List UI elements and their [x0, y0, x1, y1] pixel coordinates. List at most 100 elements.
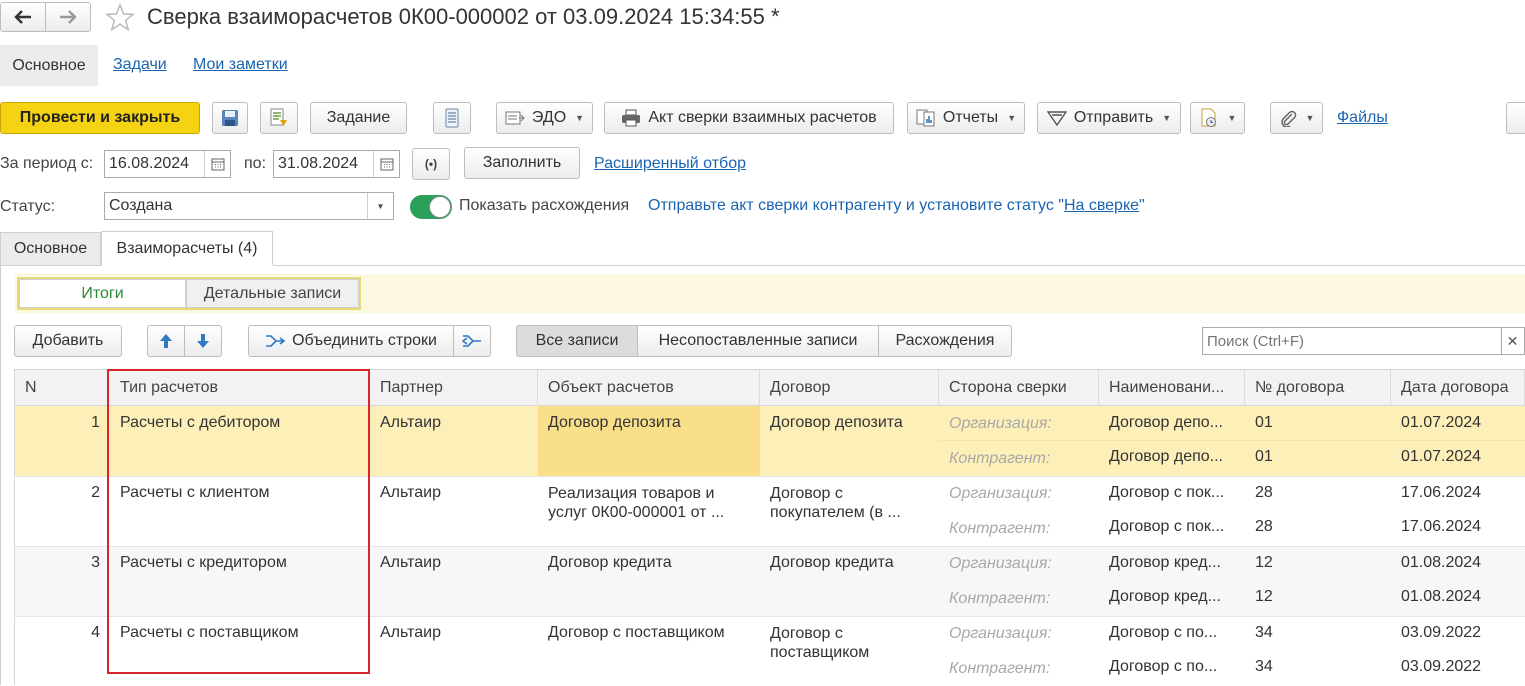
status-label: Статус:	[0, 198, 56, 215]
cell-contract-number: 01	[1255, 414, 1273, 431]
more-button[interactable]	[1506, 102, 1525, 134]
status-hint-suffix: "	[1139, 197, 1145, 214]
edo-button[interactable]: ЭДО ▼	[496, 102, 593, 134]
status-select[interactable]: Создана ▼	[104, 192, 394, 220]
structure-icon	[269, 108, 289, 128]
chevron-down-icon: ▼	[1305, 113, 1315, 123]
row-divider-inner	[939, 440, 1525, 441]
col-header-contract-number[interactable]: № договора	[1245, 370, 1391, 406]
list-button[interactable]	[433, 102, 471, 134]
edo-label: ЭДО	[531, 109, 567, 126]
cell-contract: Договор с покупателем (в ...	[770, 485, 901, 521]
send-button[interactable]: Отправить ▼	[1037, 102, 1181, 134]
status-hint-prefix: Отправьте акт сверки контрагенту и устан…	[648, 197, 1064, 214]
filter-all-button[interactable]: Все записи	[516, 325, 638, 357]
structure-button[interactable]	[260, 102, 298, 134]
fill-button[interactable]: Заполнить	[464, 147, 580, 179]
cell-contract: Договор с поставщиком	[770, 625, 870, 661]
act-reconciliation-label: Акт сверки взаимных расчетов	[648, 109, 877, 126]
chevron-down-icon: ▼	[1007, 113, 1017, 123]
status-value: Создана	[109, 197, 173, 214]
cell-object: Реализация товаров и услуг 0К00-000001 о…	[548, 485, 725, 521]
search-input[interactable]	[1202, 327, 1502, 355]
cell-contract-number: 12	[1255, 588, 1273, 605]
cell-contract-date: 03.09.2022	[1401, 624, 1482, 641]
merge-rows-button[interactable]: Объединить строки	[248, 325, 454, 357]
send-icon	[1046, 110, 1067, 126]
reports-label: Отчеты	[942, 109, 999, 126]
cell-contract-date: 03.09.2022	[1401, 658, 1482, 675]
save-button[interactable]	[212, 102, 248, 134]
advanced-filter-link[interactable]: Расширенный отбор	[594, 155, 746, 173]
search-clear-button[interactable]: ✕	[1501, 327, 1525, 355]
printer-icon	[621, 109, 641, 127]
star-icon[interactable]	[105, 3, 135, 31]
period-select-button[interactable]: (•)	[412, 148, 450, 180]
attach-doc-icon	[1199, 108, 1219, 128]
calendar-icon[interactable]	[373, 151, 399, 177]
files-link[interactable]: Файлы	[1337, 109, 1388, 127]
cell-n: 3	[91, 554, 100, 571]
split-rows-button[interactable]	[453, 325, 491, 357]
period-from-field[interactable]: 16.08.2024	[104, 150, 231, 178]
cell-partner: Альтаир	[380, 554, 441, 571]
cell-contract-date: 01.08.2024	[1401, 588, 1482, 605]
merge-icon	[265, 333, 286, 349]
view-details-button[interactable]: Детальные записи	[186, 279, 359, 308]
nav-tab-main[interactable]: Основное	[0, 45, 98, 86]
on-reconciliation-link[interactable]: На сверке	[1064, 197, 1139, 214]
nav-tab-notes[interactable]: Мои заметки	[193, 56, 288, 74]
col-header-object[interactable]: Объект расчетов	[538, 370, 760, 406]
period-to-field[interactable]: 31.08.2024	[273, 150, 400, 178]
view-totals-button[interactable]: Итоги	[19, 279, 186, 308]
cell-contract-number: 28	[1255, 518, 1273, 535]
col-header-contract[interactable]: Договор	[760, 370, 939, 406]
col-header-name[interactable]: Наименовани...	[1099, 370, 1245, 406]
cell-side-counterparty: Контрагент:	[949, 520, 1051, 537]
cell-contract-date: 01.07.2024	[1401, 448, 1482, 465]
back-button[interactable]	[0, 2, 46, 32]
period-to-value: 31.08.2024	[278, 155, 359, 172]
period-from-value: 16.08.2024	[109, 155, 190, 172]
attachments-button[interactable]: ▼	[1270, 102, 1323, 134]
col-header-side[interactable]: Сторона сверки	[939, 370, 1099, 406]
chevron-down-icon[interactable]: ▼	[367, 193, 393, 219]
post-and-close-button[interactable]: Провести и закрыть	[0, 102, 200, 134]
split-icon	[462, 333, 482, 349]
add-button[interactable]: Добавить	[14, 325, 122, 357]
cell-n: 1	[91, 414, 100, 431]
attach-doc-button[interactable]: ▼	[1190, 102, 1245, 134]
calendar-icon[interactable]	[204, 151, 230, 177]
view-switch: Итоги Детальные записи	[17, 277, 361, 310]
period-select-icon: (•)	[424, 157, 438, 171]
cell-contract: Договор кредита	[770, 554, 894, 571]
forward-arrow-icon	[59, 10, 77, 24]
task-button[interactable]: Задание	[310, 102, 407, 134]
cell-n: 4	[91, 624, 100, 641]
period-to-label: по:	[244, 155, 267, 172]
nav-tab-tasks[interactable]: Задачи	[113, 56, 167, 74]
cell-partner: Альтаир	[380, 484, 441, 501]
cell-name: Договор с по...	[1109, 624, 1218, 641]
move-up-button[interactable]	[147, 325, 185, 357]
forward-button[interactable]	[45, 2, 91, 32]
save-icon	[221, 109, 239, 127]
filter-discrepancies-button[interactable]: Расхождения	[878, 325, 1012, 357]
col-header-n[interactable]: N	[15, 370, 108, 406]
reports-button[interactable]: Отчеты ▼	[907, 102, 1025, 134]
cell-contract-number: 01	[1255, 448, 1273, 465]
col-header-contract-date[interactable]: Дата договора	[1391, 370, 1525, 406]
tab-main[interactable]: Основное	[0, 232, 101, 265]
cell-contract-date: 01.08.2024	[1401, 554, 1482, 571]
chevron-down-icon: ▼	[1227, 113, 1237, 123]
tab-settlements[interactable]: Взаиморасчеты (4)	[101, 231, 273, 266]
show-discrepancies-label: Показать расхождения	[459, 197, 630, 214]
move-down-button[interactable]	[184, 325, 222, 357]
cell-n: 2	[91, 484, 100, 501]
col-header-partner[interactable]: Партнер	[370, 370, 538, 406]
act-reconciliation-button[interactable]: Акт сверки взаимных расчетов	[604, 102, 894, 134]
cell-contract-date: 17.06.2024	[1401, 484, 1482, 501]
show-discrepancies-toggle[interactable]	[410, 195, 452, 219]
filter-unmatched-button[interactable]: Несопоставленные записи	[637, 325, 879, 357]
list-icon	[445, 108, 459, 128]
